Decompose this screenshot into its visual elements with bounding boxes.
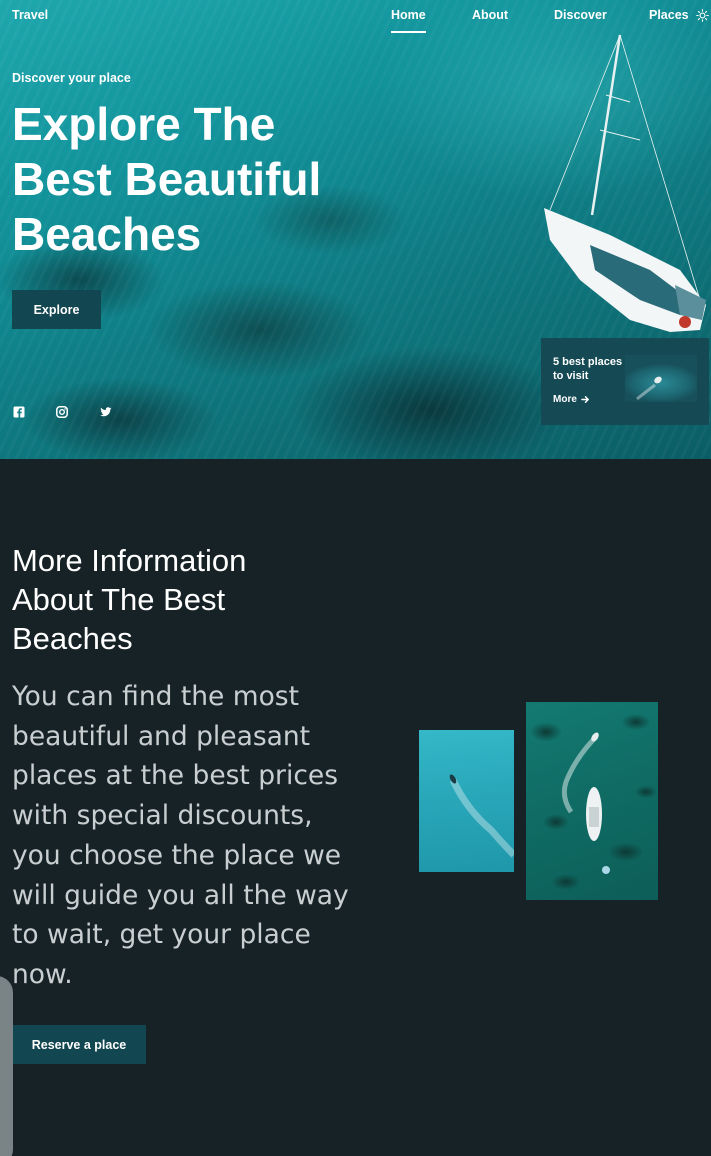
sun-icon[interactable] [696,9,709,22]
sailboat-image [544,34,706,332]
headline-bold: Beautiful [124,153,322,205]
headline-line-2: Best Beautiful [12,152,372,207]
hero-subtitle: Discover your place [12,71,131,85]
headline-line-3: Beaches [12,207,372,262]
nav-discover[interactable]: Discover [554,8,607,22]
hero-headline: Explore The Best Beautiful Beaches [12,97,372,262]
headline-line-1: Explore The [12,98,276,150]
scroll-handle[interactable] [0,976,13,1156]
card-more-link[interactable]: More [553,394,590,405]
reserve-button[interactable]: Reserve a place [12,1025,146,1064]
headline-bold-2: Beaches [12,208,202,260]
nav-about[interactable]: About [472,8,508,22]
facebook-icon[interactable] [13,406,25,418]
arrow-right-icon [581,396,589,403]
info-text: You can find the most beautiful and plea… [12,681,349,990]
card-title: 5 best places to visit [553,356,623,382]
more-label: More [553,394,577,405]
top-nav: Travel Home About Discover Places [0,0,711,34]
nav-home[interactable]: Home [391,8,426,33]
instagram-icon[interactable] [56,406,68,418]
headline-regular: Best [12,153,125,205]
hero-section: Travel Home About Discover Places Discov… [0,0,711,459]
logo[interactable]: Travel [12,8,48,22]
info-title: More Information About The Best Beaches [12,543,247,656]
explore-button[interactable]: Explore [12,290,101,329]
card-thumbnail [625,355,697,402]
twitter-icon[interactable] [100,406,112,418]
nav-places[interactable]: Places [649,8,689,22]
speedboat-image [419,730,514,872]
places-card[interactable]: 5 best places to visit More [541,338,709,425]
yacht-image [526,702,658,900]
